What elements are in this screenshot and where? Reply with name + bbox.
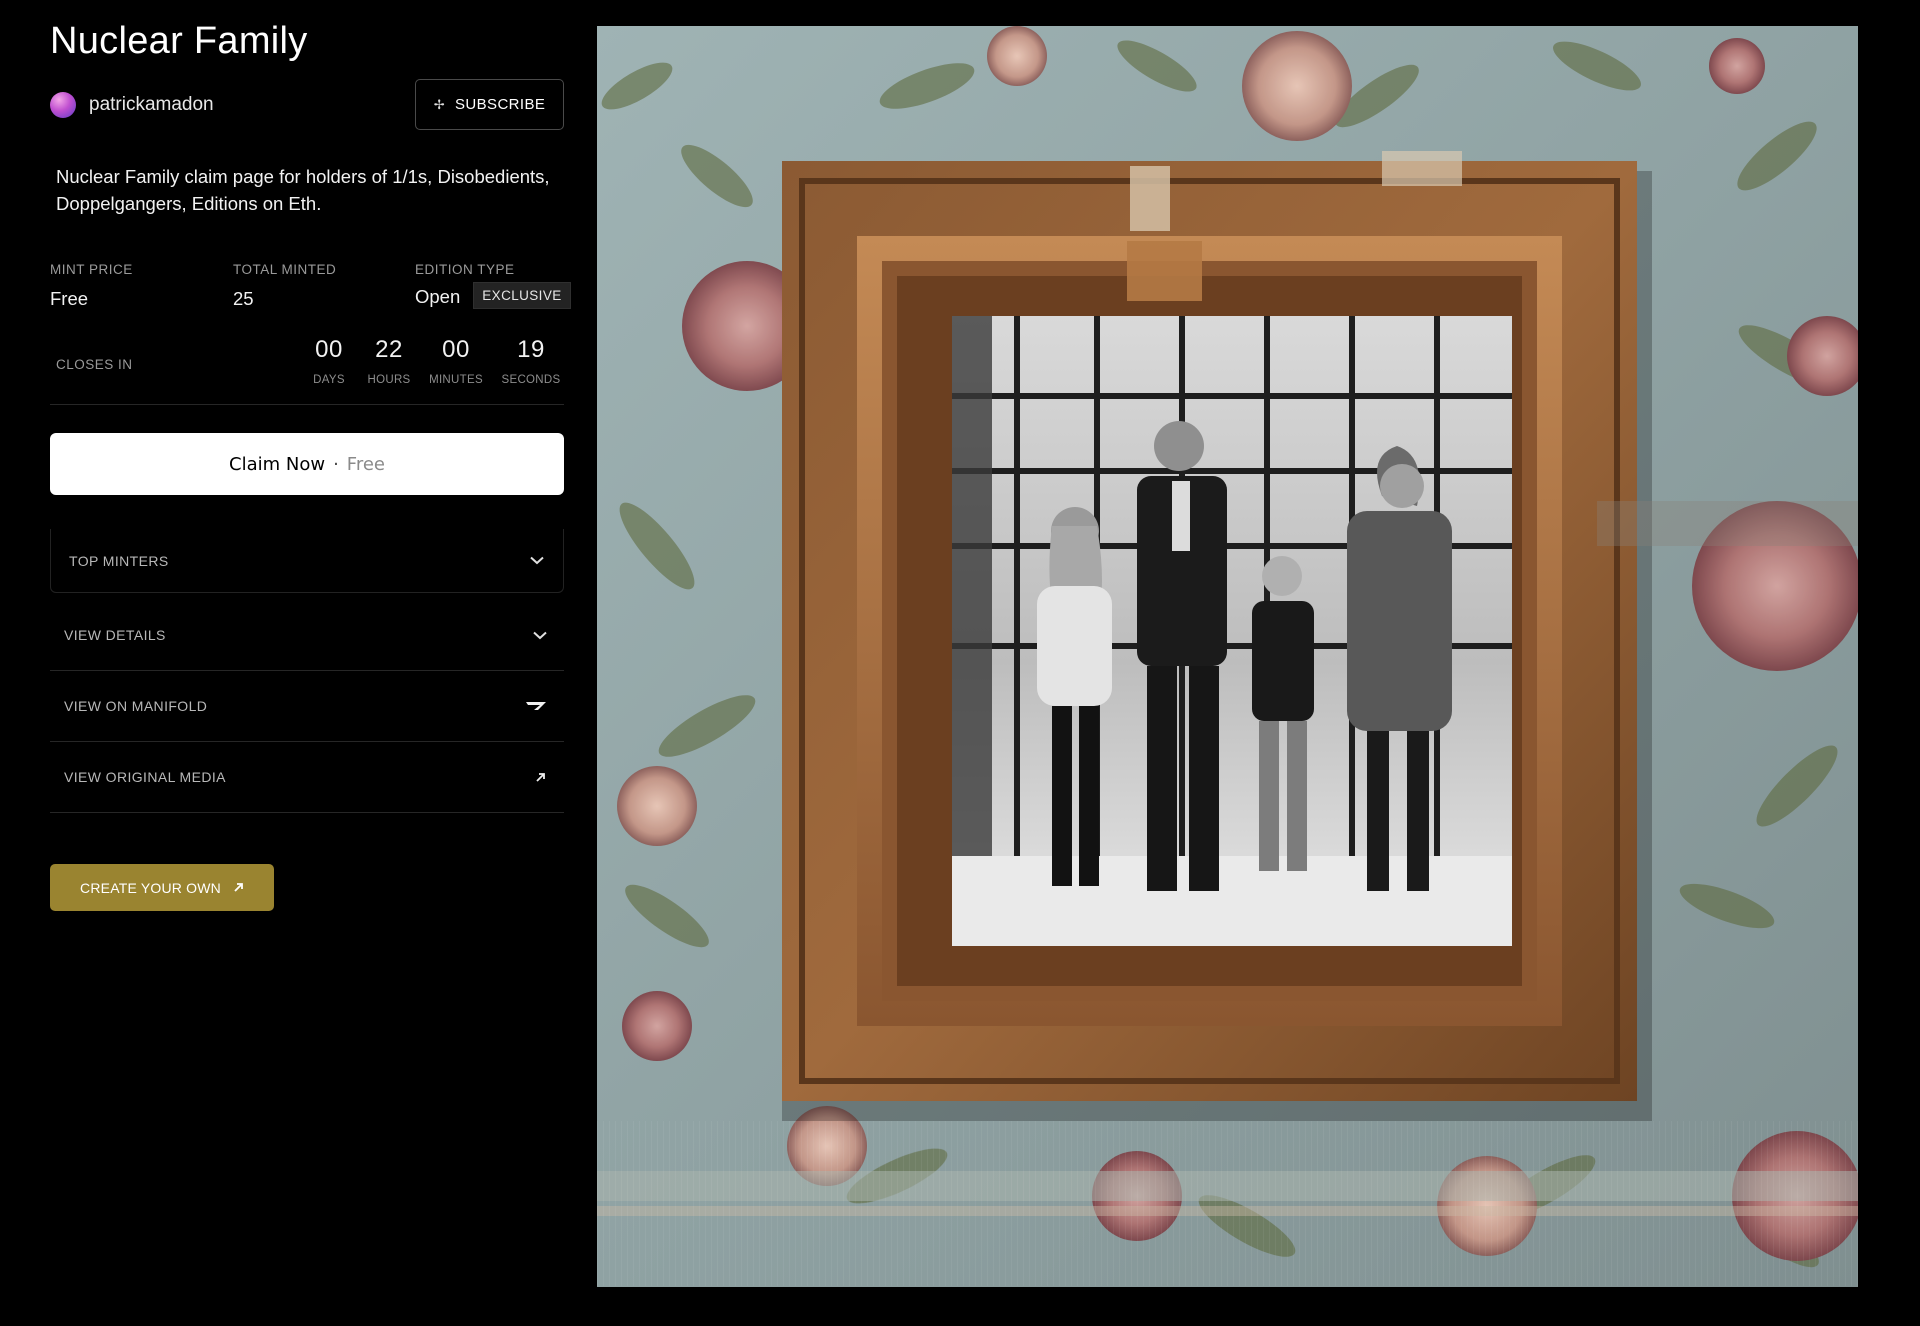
days-value: 00: [315, 336, 343, 363]
hours-value: 22: [375, 336, 403, 363]
view-on-manifold-link[interactable]: VIEW ON MANIFOLD: [50, 671, 564, 742]
countdown-minutes: 00 MINUTES: [426, 336, 486, 386]
top-minters-label: TOP MINTERS: [69, 552, 169, 569]
edition-type-label: EDITION TYPE: [415, 262, 515, 277]
arrow-up-right-icon: [233, 880, 244, 896]
mint-price-label: MINT PRICE: [50, 262, 133, 277]
create-your-own-button[interactable]: CREATE YOUR OWN: [50, 864, 274, 911]
seconds-value: 19: [517, 336, 545, 363]
artwork-illustration: [597, 26, 1858, 1287]
description: Nuclear Family claim page for holders of…: [56, 166, 550, 214]
view-details-accordion[interactable]: VIEW DETAILS: [50, 600, 564, 671]
arrow-up-right-icon: [532, 769, 548, 785]
subscribe-label: SUBSCRIBE: [455, 96, 546, 113]
view-details-label: VIEW DETAILS: [64, 627, 166, 643]
total-minted-stat: TOTAL MINTED 25: [233, 262, 336, 310]
claim-label: Claim Now: [229, 453, 326, 475]
claim-price: Free: [346, 453, 385, 475]
sparkle-icon: ✢: [433, 96, 445, 112]
minutes-value: 00: [442, 336, 470, 363]
total-minted-value: 25: [233, 288, 254, 309]
chevron-down-icon: [529, 553, 545, 569]
create-label: CREATE YOUR OWN: [80, 879, 221, 896]
edition-type-value: Open: [415, 286, 461, 307]
hours-label: HOURS: [367, 374, 411, 386]
exclusive-badge: EXCLUSIVE: [473, 282, 571, 309]
days-label: DAYS: [313, 374, 345, 386]
view-original-media-label: VIEW ORIGINAL MEDIA: [64, 769, 226, 785]
edition-type-stat: EDITION TYPE Open EXCLUSIVE: [415, 262, 571, 309]
countdown-seconds: 19 SECONDS: [498, 336, 564, 386]
creator-link[interactable]: patrickamadon: [50, 91, 214, 119]
countdown-days: 00 DAYS: [309, 336, 349, 386]
total-minted-label: TOTAL MINTED: [233, 262, 337, 277]
subscribe-button[interactable]: ✢ SUBSCRIBE: [415, 79, 564, 130]
seconds-label: SECONDS: [501, 374, 561, 386]
artwork-image: [597, 26, 1858, 1287]
claim-now-button[interactable]: Claim Now · Free: [50, 433, 564, 495]
view-original-media-link[interactable]: VIEW ORIGINAL MEDIA: [50, 742, 564, 813]
mint-price-stat: MINT PRICE Free: [50, 262, 133, 310]
view-on-manifold-label: VIEW ON MANIFOLD: [64, 698, 208, 714]
mint-price-value: Free: [50, 288, 89, 309]
creator-avatar: [50, 92, 76, 118]
page-title: Nuclear Family: [50, 20, 308, 62]
countdown-hours: 22 HOURS: [364, 336, 414, 386]
divider: [50, 404, 564, 405]
minutes-label: MINUTES: [429, 374, 483, 386]
claim-separator: ·: [333, 453, 339, 475]
closes-in-label: CLOSES IN: [56, 357, 133, 372]
chevron-down-icon: [532, 627, 548, 643]
manifold-logo-icon: [524, 698, 548, 714]
top-minters-accordion[interactable]: TOP MINTERS: [50, 529, 564, 593]
creator-name: patrickamadon: [89, 94, 214, 115]
stats-row: MINT PRICE Free TOTAL MINTED 25 EDITION …: [50, 262, 571, 322]
